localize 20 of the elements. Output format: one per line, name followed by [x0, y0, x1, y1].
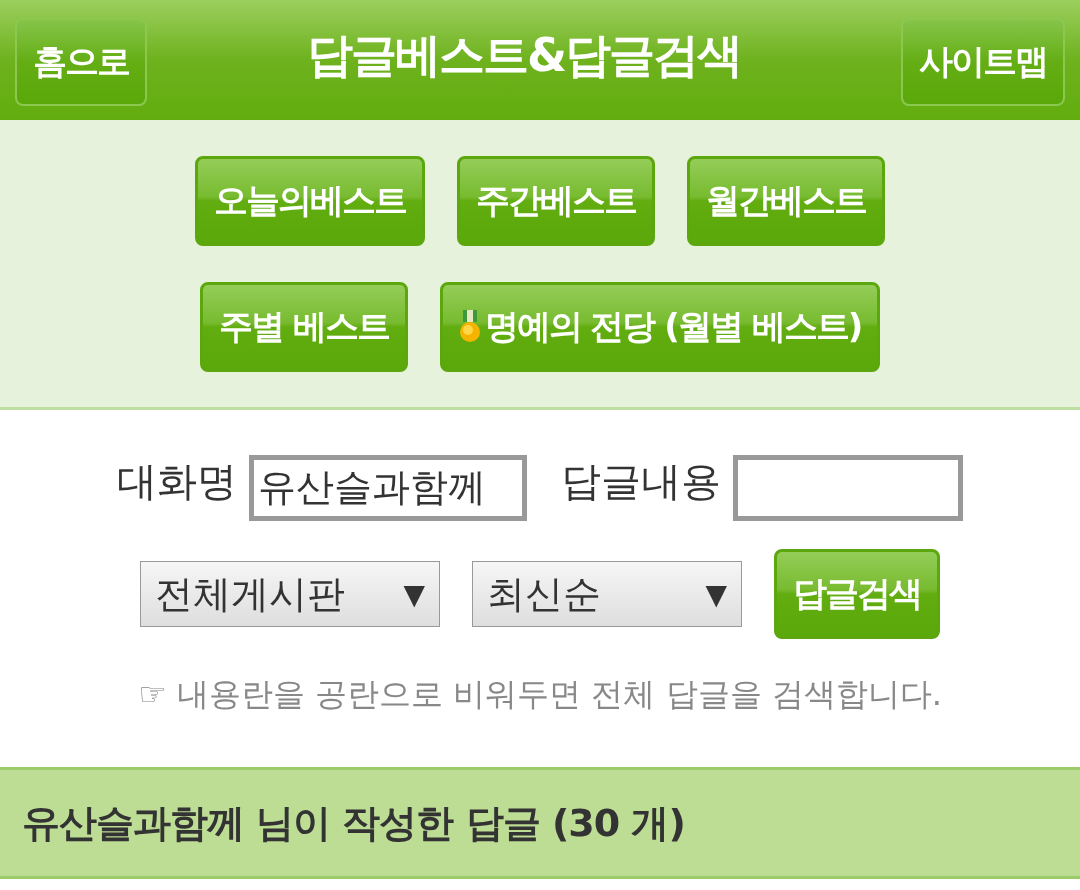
sitemap-button[interactable]: 사이트맵: [901, 18, 1065, 106]
nav-button[interactable]: 오늘의베스트: [195, 156, 425, 246]
medal-icon: [458, 310, 481, 344]
board-select[interactable]: 전체게시판 ▼: [140, 561, 440, 627]
nav-button[interactable]: 주별 베스트: [199, 282, 408, 372]
hint-text: ☞ 내용란을 공란으로 비워두면 전체 답글을 검색합니다.: [138, 674, 942, 715]
content-label: 답글내용: [561, 457, 721, 506]
nickname-input[interactable]: 유산슬과함께: [249, 454, 527, 521]
search-button[interactable]: 답글검색: [774, 549, 940, 639]
nav-button[interactable]: 주간베스트: [457, 156, 655, 246]
order-select[interactable]: 최신순 ▼: [472, 561, 742, 627]
home-button[interactable]: 홈으로: [15, 18, 147, 106]
content-input[interactable]: [733, 454, 963, 521]
page-title: 답글베스트&답글검색: [306, 27, 742, 84]
caret-icon: ▼: [403, 577, 425, 611]
nav-button[interactable]: 명예의 전당 (월별 베스트): [439, 282, 881, 372]
caret-icon: ▼: [705, 577, 727, 611]
nav-button[interactable]: 월간베스트: [687, 156, 885, 246]
result-heading: 유산슬과함께 님이 작성한 답글 (30 개): [22, 799, 685, 847]
nickname-label: 대화명: [117, 457, 237, 506]
